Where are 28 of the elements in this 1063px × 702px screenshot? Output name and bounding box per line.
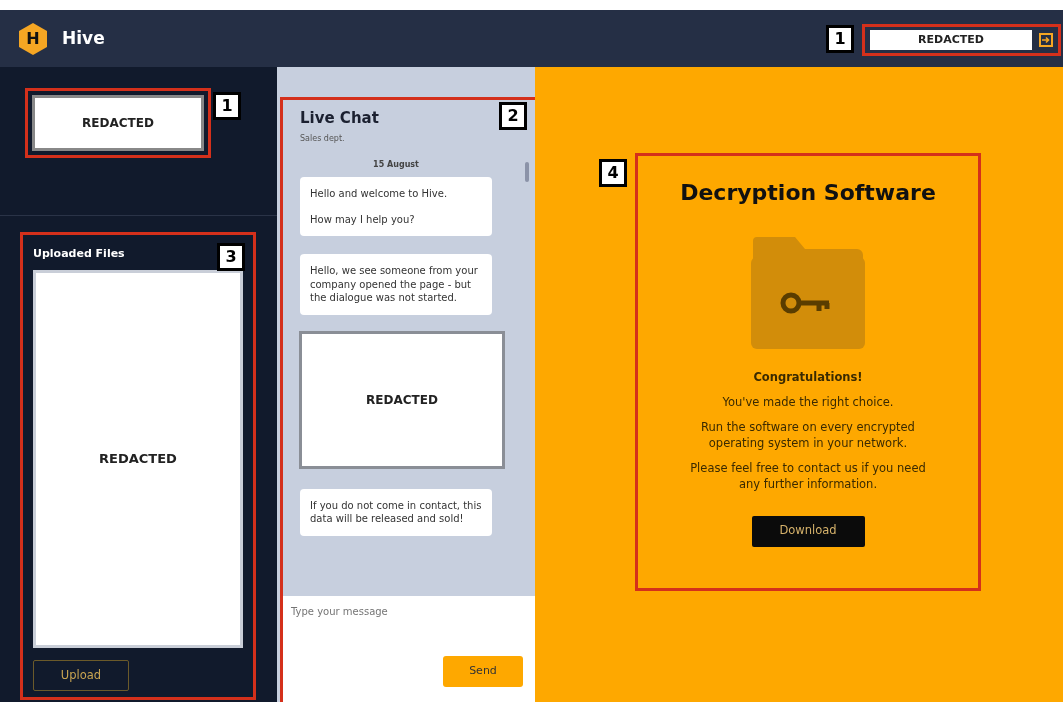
section-title: Uploaded Files — [33, 247, 125, 260]
info-text: You've made the right choice. — [722, 394, 894, 411]
account-name: REDACTED — [870, 30, 1032, 50]
card-title: Decryption Software — [680, 179, 936, 207]
app-title: Hive — [62, 26, 105, 50]
annotation-number: 1 — [826, 25, 854, 53]
logo-icon: H — [18, 22, 48, 55]
chat-message: Hello, we see someone from your company opened the page - but the dialogue was not started. — [300, 254, 492, 315]
send-button[interactable]: Send — [443, 656, 523, 687]
chat-title: Live Chat — [300, 109, 379, 127]
annotation-number: 2 — [499, 102, 527, 130]
logout-icon[interactable] — [1039, 33, 1053, 47]
congratulations-heading: Congratulations! — [753, 369, 863, 386]
annotation-number: 3 — [217, 243, 245, 271]
user-name-box: REDACTED — [32, 95, 204, 151]
info-text: Please feel free to contact us if you need any further information. — [689, 460, 927, 493]
chat-subtitle: Sales dept. — [300, 133, 346, 145]
date-label: 15 August — [373, 159, 419, 171]
file-list: REDACTED — [33, 270, 243, 649]
download-button[interactable]: Download — [751, 515, 865, 547]
chat-message: Hello and welcome to Hive. How may I help you? — [300, 177, 492, 236]
annotation-number: 4 — [599, 159, 627, 187]
upload-button[interactable]: Upload — [33, 660, 129, 692]
scrollbar-thumb — [525, 162, 529, 182]
redacted-message: REDACTED — [299, 330, 505, 469]
info-text: Run the software on every encrypted operating system in your network. — [700, 419, 916, 452]
chat-message: If you do not come in contact, this data will be released and sold! — [300, 488, 492, 536]
annotation-number: 1 — [213, 92, 241, 120]
